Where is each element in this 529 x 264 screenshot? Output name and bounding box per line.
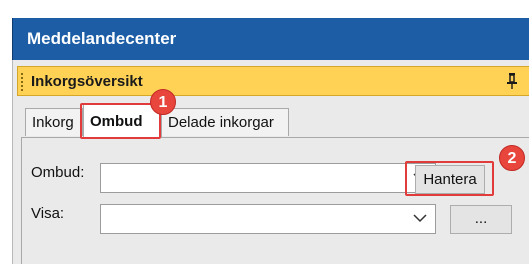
- visa-label: Visa:: [31, 205, 65, 222]
- tab-inkorg[interactable]: Inkorg: [25, 108, 83, 136]
- panel-title: Inkorgsöversikt: [31, 73, 143, 90]
- more-button[interactable]: ...: [450, 205, 512, 234]
- top-background: [0, 0, 529, 18]
- window-titlebar: Meddelandecenter: [12, 18, 529, 60]
- ombud-label: Ombud:: [31, 164, 85, 181]
- marker-2: 2: [499, 145, 525, 171]
- pin-icon[interactable]: [506, 72, 518, 90]
- ombud-select[interactable]: [100, 163, 436, 193]
- tab-delade-inkorgar[interactable]: Delade inkorgar: [161, 108, 289, 136]
- visa-select[interactable]: [100, 204, 436, 234]
- chevron-down-icon[interactable]: [413, 214, 427, 223]
- highlight-ombud-tab: [80, 103, 161, 139]
- tab-content: Ombud: Hantera Visa: ...: [21, 137, 529, 264]
- marker-1: 1: [150, 89, 176, 115]
- window-title: Meddelandecenter: [27, 29, 177, 48]
- panel-header: Inkorgsöversikt: [17, 66, 529, 96]
- highlight-hantera-button: [405, 161, 494, 196]
- grip-icon[interactable]: [21, 73, 25, 91]
